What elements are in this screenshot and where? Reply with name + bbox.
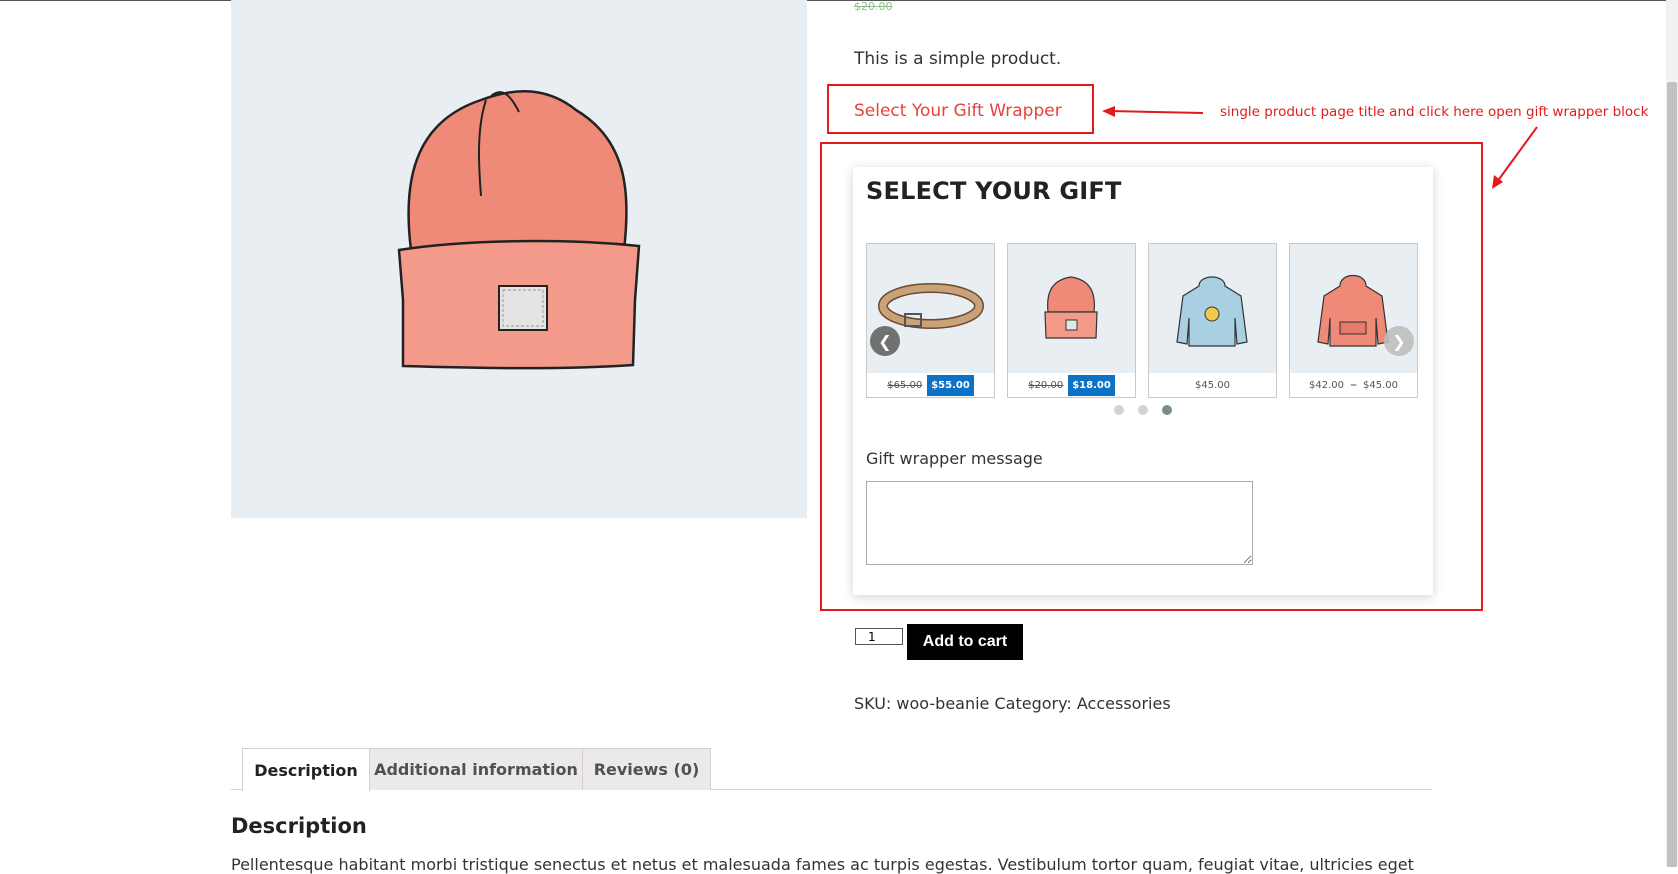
product-meta: SKU: woo-beanie Category: Accessories xyxy=(854,694,1171,713)
old-price: $20.00 xyxy=(854,0,893,13)
gift-block-heading: SELECT YOUR GIFT xyxy=(866,177,1122,205)
scrollbar-thumb[interactable] xyxy=(1667,82,1677,867)
description-text: Pellentesque habitant morbi tristique se… xyxy=(231,855,1414,874)
category-label: Category: xyxy=(994,694,1072,713)
slide-price: $45.00 xyxy=(1195,379,1230,391)
gift-wrapper-title-link[interactable]: Select Your Gift Wrapper xyxy=(854,101,1062,121)
quantity-input[interactable] xyxy=(855,628,903,645)
sale-price: $18.00 xyxy=(1068,374,1115,396)
tab-additional-information[interactable]: Additional information xyxy=(369,748,583,790)
sku-label: SKU: xyxy=(854,694,892,713)
tab-reviews[interactable]: Reviews (0) xyxy=(582,748,711,790)
price-min: $42.00 xyxy=(1309,379,1344,391)
product-image-beanie[interactable] xyxy=(231,0,807,518)
old-price: $65.00 xyxy=(887,379,923,391)
hoodie-logo-image xyxy=(1149,244,1276,373)
slide-price: $20.00 $18.00 xyxy=(1008,373,1135,397)
carousel-next-icon[interactable]: ❯ xyxy=(1384,326,1414,356)
description-heading: Description xyxy=(231,814,367,838)
slide-price: $65.00 $55.00 xyxy=(867,373,994,397)
category-link[interactable]: Accessories xyxy=(1077,694,1171,713)
sku-value: woo-beanie xyxy=(896,694,990,713)
price-max: $45.00 xyxy=(1363,379,1398,391)
annotation-note: single product page title and click here… xyxy=(1220,104,1649,120)
price-separator: – xyxy=(1350,377,1357,393)
carousel-dot-2[interactable] xyxy=(1138,405,1148,415)
gift-message-textarea[interactable] xyxy=(866,481,1253,565)
tab-description[interactable]: Description xyxy=(242,748,370,791)
sale-price: $55.00 xyxy=(927,374,974,396)
old-price: $20.00 xyxy=(1028,379,1064,391)
scrollbar[interactable] xyxy=(1666,0,1678,867)
gift-slide-hoodie[interactable]: $42.00 – $45.00 xyxy=(1289,243,1418,398)
beanie-illustration xyxy=(397,90,641,370)
carousel-prev-icon[interactable]: ❮ xyxy=(870,326,900,356)
gift-slide-beanie[interactable]: $20.00 $18.00 xyxy=(1007,243,1136,398)
add-to-cart-button[interactable]: Add to cart xyxy=(907,624,1023,660)
gift-slide-hoodie-with-logo[interactable]: $45.00 xyxy=(1148,243,1277,398)
carousel-dot-1[interactable] xyxy=(1114,405,1124,415)
product-short-description: This is a simple product. xyxy=(854,49,1062,69)
beanie-image xyxy=(1008,244,1135,373)
carousel-dot-3[interactable] xyxy=(1162,405,1172,415)
gift-message-label: Gift wrapper message xyxy=(866,449,1043,468)
slide-price: $42.00 – $45.00 xyxy=(1290,373,1417,397)
gift-slide-belt[interactable]: $65.00 $55.00 xyxy=(866,243,995,398)
